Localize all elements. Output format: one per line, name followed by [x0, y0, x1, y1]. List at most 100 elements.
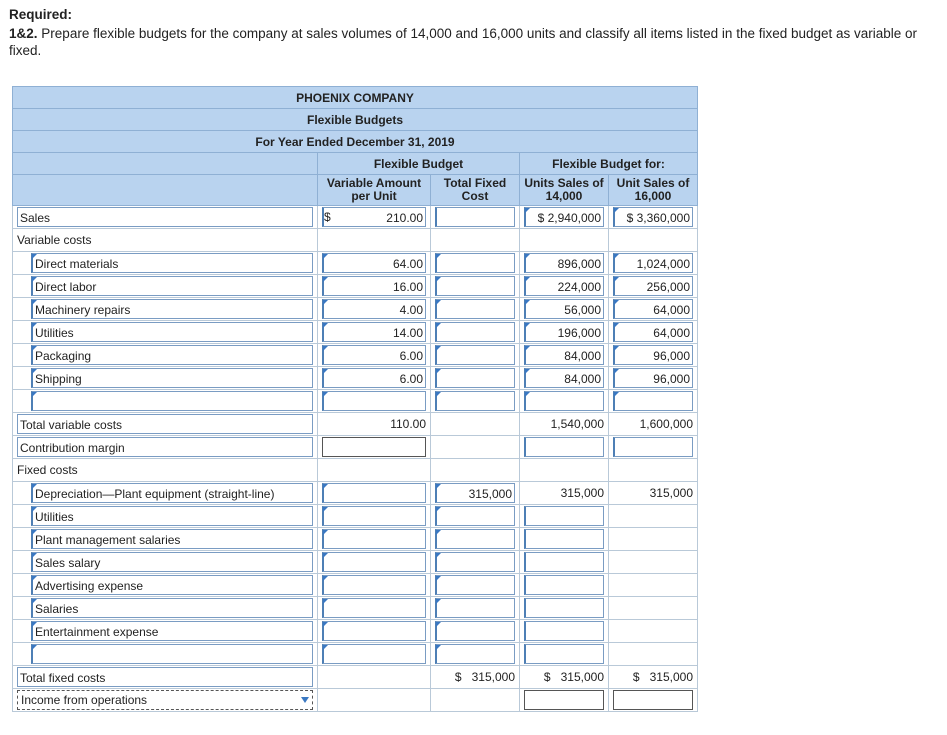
direct-labor-var[interactable]: 16.00 — [322, 276, 426, 296]
utilities-fixed-fixed[interactable] — [435, 506, 515, 526]
blank-fixed-u14[interactable] — [524, 644, 604, 664]
utilities-fixed-u14[interactable] — [524, 506, 604, 526]
shipping-var[interactable]: 6.00 — [322, 368, 426, 388]
shipping-u16[interactable]: 96,000 — [613, 368, 693, 388]
utilities-var-label[interactable]: Utilities — [31, 322, 313, 342]
plant-mgmt-label[interactable]: Plant management salaries — [31, 529, 313, 549]
blank-var-label[interactable] — [31, 391, 313, 411]
income-label: Income from operations — [21, 693, 147, 707]
table-row — [13, 390, 698, 413]
sales-u16[interactable]: $ 3,360,000 — [613, 207, 693, 227]
shipping-label[interactable]: Shipping — [31, 368, 313, 388]
salaries-fixed[interactable] — [435, 598, 515, 618]
sales-var[interactable]: 210.00 — [322, 207, 426, 227]
utilities-var-var[interactable]: 14.00 — [322, 322, 426, 342]
instruction: 1&2. Prepare flexible budgets for the co… — [9, 25, 934, 59]
entertainment-label[interactable]: Entertainment expense — [31, 621, 313, 641]
table-row: Depreciation—Plant equipment (straight-l… — [13, 482, 698, 505]
sales-label[interactable]: Sales — [17, 207, 313, 227]
currency-symbol: $ — [455, 670, 462, 684]
plant-mgmt-fixed[interactable] — [435, 529, 515, 549]
income-u14[interactable] — [524, 690, 604, 710]
advertising-u14[interactable] — [524, 575, 604, 595]
sales-salary-u14[interactable] — [524, 552, 604, 572]
salaries-u14[interactable] — [524, 598, 604, 618]
entertainment-u14[interactable] — [524, 621, 604, 641]
table-row: Income from operations — [13, 689, 698, 712]
depreciation-var[interactable] — [322, 483, 426, 503]
group-flexible-budget-for: Flexible Budget for: — [520, 153, 698, 175]
sales-salary-label[interactable]: Sales salary — [31, 552, 313, 572]
table-row: Utilities 14.00 196,000 64,000 — [13, 321, 698, 344]
direct-materials-u14[interactable]: 896,000 — [524, 253, 604, 273]
salaries-var[interactable] — [322, 598, 426, 618]
blank-var-u14[interactable] — [524, 391, 604, 411]
packaging-u14[interactable]: 84,000 — [524, 345, 604, 365]
total-variable-label[interactable]: Total variable costs — [17, 414, 313, 434]
table-row: Total variable costs 110.00 1,540,000 1,… — [13, 413, 698, 436]
currency-symbol: $ — [538, 211, 545, 225]
direct-materials-fixed[interactable] — [435, 253, 515, 273]
direct-materials-label[interactable]: Direct materials — [31, 253, 313, 273]
contribution-margin-u16[interactable] — [613, 437, 693, 457]
direct-labor-u16[interactable]: 256,000 — [613, 276, 693, 296]
direct-labor-u14[interactable]: 224,000 — [524, 276, 604, 296]
income-u16[interactable] — [613, 690, 693, 710]
packaging-var[interactable]: 6.00 — [322, 345, 426, 365]
entertainment-var[interactable] — [322, 621, 426, 641]
packaging-u16[interactable]: 96,000 — [613, 345, 693, 365]
income-select[interactable]: Income from operations — [17, 690, 313, 710]
direct-materials-var[interactable]: 64.00 — [322, 253, 426, 273]
utilities-fixed-label[interactable]: Utilities — [31, 506, 313, 526]
sales-salary-var[interactable] — [322, 552, 426, 572]
blank-var-u16[interactable] — [613, 391, 693, 411]
machinery-repairs-u14[interactable]: 56,000 — [524, 299, 604, 319]
utilities-var-u16[interactable]: 64,000 — [613, 322, 693, 342]
variable-costs-label: Variable costs — [13, 229, 318, 252]
blank-fixed-label[interactable] — [31, 644, 313, 664]
blank-var-fixed[interactable] — [435, 391, 515, 411]
packaging-label[interactable]: Packaging — [31, 345, 313, 365]
table-row: Fixed costs — [13, 459, 698, 482]
machinery-repairs-fixed[interactable] — [435, 299, 515, 319]
contribution-margin-u14[interactable] — [524, 437, 604, 457]
total-variable-u14: 1,540,000 — [520, 413, 609, 436]
direct-labor-label[interactable]: Direct labor — [31, 276, 313, 296]
total-fixed-u14: $ 315,000 — [520, 666, 609, 689]
packaging-fixed[interactable] — [435, 345, 515, 365]
blank-var-var[interactable] — [322, 391, 426, 411]
plant-mgmt-var[interactable] — [322, 529, 426, 549]
sales-u14[interactable]: $ 2,940,000 — [524, 207, 604, 227]
depreciation-fixed[interactable]: 315,000 — [435, 483, 515, 503]
sales-salary-fixed[interactable] — [435, 552, 515, 572]
blank-fixed-var[interactable] — [322, 644, 426, 664]
depreciation-label[interactable]: Depreciation—Plant equipment (straight-l… — [31, 483, 313, 503]
direct-materials-u16[interactable]: 1,024,000 — [613, 253, 693, 273]
utilities-fixed-var[interactable] — [322, 506, 426, 526]
currency-symbol: $ — [627, 211, 634, 225]
advertising-label[interactable]: Advertising expense — [31, 575, 313, 595]
salaries-label[interactable]: Salaries — [31, 598, 313, 618]
table-row: Contribution margin — [13, 436, 698, 459]
utilities-var-fixed[interactable] — [435, 322, 515, 342]
advertising-var[interactable] — [322, 575, 426, 595]
plant-mgmt-u14[interactable] — [524, 529, 604, 549]
fixed-costs-label: Fixed costs — [13, 459, 318, 482]
total-fixed-label[interactable]: Total fixed costs — [17, 667, 313, 687]
contribution-margin-label[interactable]: Contribution margin — [17, 437, 313, 457]
advertising-fixed[interactable] — [435, 575, 515, 595]
chevron-down-icon — [301, 697, 309, 703]
total-variable-u16: 1,600,000 — [609, 413, 698, 436]
contribution-margin-var[interactable] — [322, 437, 426, 457]
machinery-repairs-var[interactable]: 4.00 — [322, 299, 426, 319]
machinery-repairs-u16[interactable]: 64,000 — [613, 299, 693, 319]
direct-labor-fixed[interactable] — [435, 276, 515, 296]
shipping-fixed[interactable] — [435, 368, 515, 388]
entertainment-fixed[interactable] — [435, 621, 515, 641]
sales-fixed[interactable] — [435, 207, 515, 227]
header-blank-2 — [13, 175, 318, 206]
utilities-var-u14[interactable]: 196,000 — [524, 322, 604, 342]
machinery-repairs-label[interactable]: Machinery repairs — [31, 299, 313, 319]
shipping-u14[interactable]: 84,000 — [524, 368, 604, 388]
blank-fixed-fixed[interactable] — [435, 644, 515, 664]
